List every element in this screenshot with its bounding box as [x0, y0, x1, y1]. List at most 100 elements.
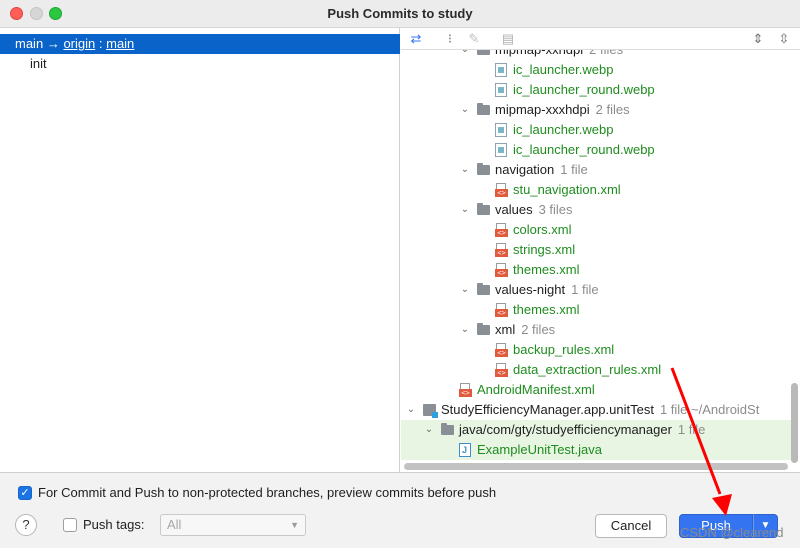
watermark: CSDN @clearend [680, 525, 784, 540]
folder-name: StudyEfficiencyManager.app.unitTest 1 fil… [441, 402, 760, 417]
expand-icon[interactable]: ⇕ [749, 30, 767, 48]
branch-separator: : [98, 36, 103, 51]
tree-file-row[interactable]: <> strings.xml [401, 240, 791, 260]
file-name: strings.xml [513, 242, 576, 257]
tree-file-row[interactable]: <> stu_navigation.xml [401, 180, 791, 200]
window-title: Push Commits to study [327, 6, 473, 21]
folder-name: navigation 1 file [495, 162, 588, 177]
tree-file-row[interactable]: <> data_extraction_rules.xml [401, 360, 791, 380]
file-name: ic_launcher.webp [513, 122, 614, 137]
push-tags-checkbox[interactable] [63, 518, 77, 532]
tree-folder-row[interactable]: ⌄ values-night 1 file [401, 280, 791, 300]
tree-file-row[interactable]: <> AndroidManifest.xml [401, 380, 791, 400]
chevron-down-icon[interactable]: ⌄ [459, 100, 471, 120]
help-button[interactable]: ? [15, 514, 37, 536]
tree-file-row[interactable]: <> themes.xml [401, 260, 791, 280]
folder-icon [477, 283, 490, 295]
image-file-icon [495, 63, 507, 77]
file-name: themes.xml [513, 262, 580, 277]
xml-file-icon: <> [495, 303, 508, 317]
xml-file-icon: <> [495, 363, 508, 377]
tree-file-row[interactable]: ic_launcher_round.webp [401, 140, 791, 160]
vertical-scrollbar[interactable] [791, 383, 798, 463]
commits-pane: main → origin : main init [0, 28, 400, 472]
tree-file-row[interactable]: <> backup_rules.xml [401, 340, 791, 360]
folder-name: values-night 1 file [495, 282, 599, 297]
tree-folder-row[interactable]: ⌄ mipmap-xxxhdpi 2 files [401, 100, 791, 120]
group-by-icon[interactable]: ⁝ [441, 30, 459, 48]
tree-folder-row[interactable]: ⌄ mipmap-xxhdpi2 files [401, 50, 791, 60]
remote-link[interactable]: origin [63, 36, 95, 51]
commit-item[interactable]: init [30, 54, 47, 74]
module-icon [423, 404, 438, 418]
chevron-down-icon[interactable]: ⌄ [459, 280, 471, 300]
xml-file-icon: <> [495, 223, 508, 237]
chevron-down-icon[interactable]: ⌄ [459, 320, 471, 340]
file-count: 2 files [521, 322, 556, 337]
tree-file-row[interactable]: ExampleUnitTest.java [401, 440, 791, 460]
file-name: AndroidManifest.xml [477, 382, 595, 397]
chevron-down-icon[interactable]: ⌄ [423, 420, 435, 440]
changes-pane: ⇄ ⁝ ✎ ▤ ⇕ ⇳ ⌄ mipmap-xxhdpi2 files ic_laun… [401, 28, 800, 472]
chevron-down-icon[interactable]: ⌄ [459, 160, 471, 180]
tree-file-row[interactable]: ic_launcher.webp [401, 60, 791, 80]
branch-row[interactable]: main → origin : main [0, 34, 400, 54]
tree-file-row[interactable]: <> themes.xml [401, 300, 791, 320]
file-count: 2 files [589, 50, 623, 57]
tree-folder-row[interactable]: ⌄ java/com/gty/studyefficiencymanager 1 fi… [401, 420, 791, 440]
folder-icon [477, 163, 490, 175]
tree-file-row[interactable]: ic_launcher.webp [401, 120, 791, 140]
cancel-button[interactable]: Cancel [595, 514, 667, 538]
file-name: backup_rules.xml [513, 342, 615, 357]
folder-name: java/com/gty/studyefficiencymanager 1 fil… [459, 422, 706, 437]
collapse-icon[interactable]: ⇳ [775, 30, 793, 48]
tags-select[interactable]: All ▼ [160, 514, 306, 536]
folder-name: mipmap-xxhdpi2 files [495, 50, 623, 60]
tree-folder-row[interactable]: ⌄ StudyEfficiencyManager.app.unitTest 1 fi… [401, 400, 791, 420]
tree-folder-row[interactable]: ⌄ values 3 files [401, 200, 791, 220]
chevron-down-icon[interactable]: ⌄ [459, 50, 471, 60]
xml-file-icon: <> [495, 343, 508, 357]
folder-icon [477, 203, 490, 215]
tree-folder-row[interactable]: ⌄ xml 2 files [401, 320, 791, 340]
folder-name: xml 2 files [495, 322, 556, 337]
file-count: 1 file [560, 162, 588, 177]
file-name: ic_launcher_round.webp [513, 82, 655, 97]
expand-all-icon[interactable]: ⇄ [407, 30, 425, 48]
changes-toolbar: ⇄ ⁝ ✎ ▤ ⇕ ⇳ [401, 28, 800, 50]
file-name: stu_navigation.xml [513, 182, 621, 197]
chevron-down-icon[interactable]: ⌄ [405, 400, 417, 420]
preview-commits-label: For Commit and Push to non-protected bra… [38, 485, 497, 500]
title-bar: Push Commits to study [0, 0, 800, 28]
tree-file-row[interactable]: <> colors.xml [401, 220, 791, 240]
folder-icon [477, 103, 490, 115]
file-count: 1 file [677, 422, 706, 437]
file-count: 1 file [571, 282, 599, 297]
tree-folder-row[interactable]: ⌄ navigation 1 file [401, 160, 791, 180]
file-count: 1 file ~/AndroidSt [659, 402, 760, 417]
file-name: ic_launcher.webp [513, 62, 614, 77]
image-file-icon [495, 123, 507, 137]
push-tags-label: Push tags: [83, 517, 145, 532]
folder-name: mipmap-xxxhdpi 2 files [495, 102, 630, 117]
file-count: 3 files [538, 202, 573, 217]
preview-commits-checkbox[interactable]: ✓ [18, 486, 32, 500]
chevron-down-icon: ▼ [290, 520, 299, 530]
target-branch-link[interactable]: main [106, 36, 134, 51]
xml-file-icon: <> [495, 263, 508, 277]
show-diff-icon[interactable]: ▤ [499, 30, 517, 48]
folder-icon [477, 50, 490, 55]
folder-icon [441, 423, 454, 435]
arrow-right-icon: → [46, 36, 60, 51]
tree-file-row[interactable]: ic_launcher_round.webp [401, 80, 791, 100]
xml-file-icon: <> [495, 183, 508, 197]
file-count: 2 files [595, 102, 630, 117]
image-file-icon [495, 143, 507, 157]
file-name: data_extraction_rules.xml [513, 362, 662, 377]
image-file-icon [495, 83, 507, 97]
file-tree[interactable]: ⌄ mipmap-xxhdpi2 files ic_launcher.webp ic_… [401, 50, 791, 472]
horizontal-scrollbar[interactable] [404, 463, 788, 470]
chevron-down-icon[interactable]: ⌄ [459, 200, 471, 220]
xml-file-icon: <> [495, 243, 508, 257]
edit-icon[interactable]: ✎ [465, 30, 483, 48]
